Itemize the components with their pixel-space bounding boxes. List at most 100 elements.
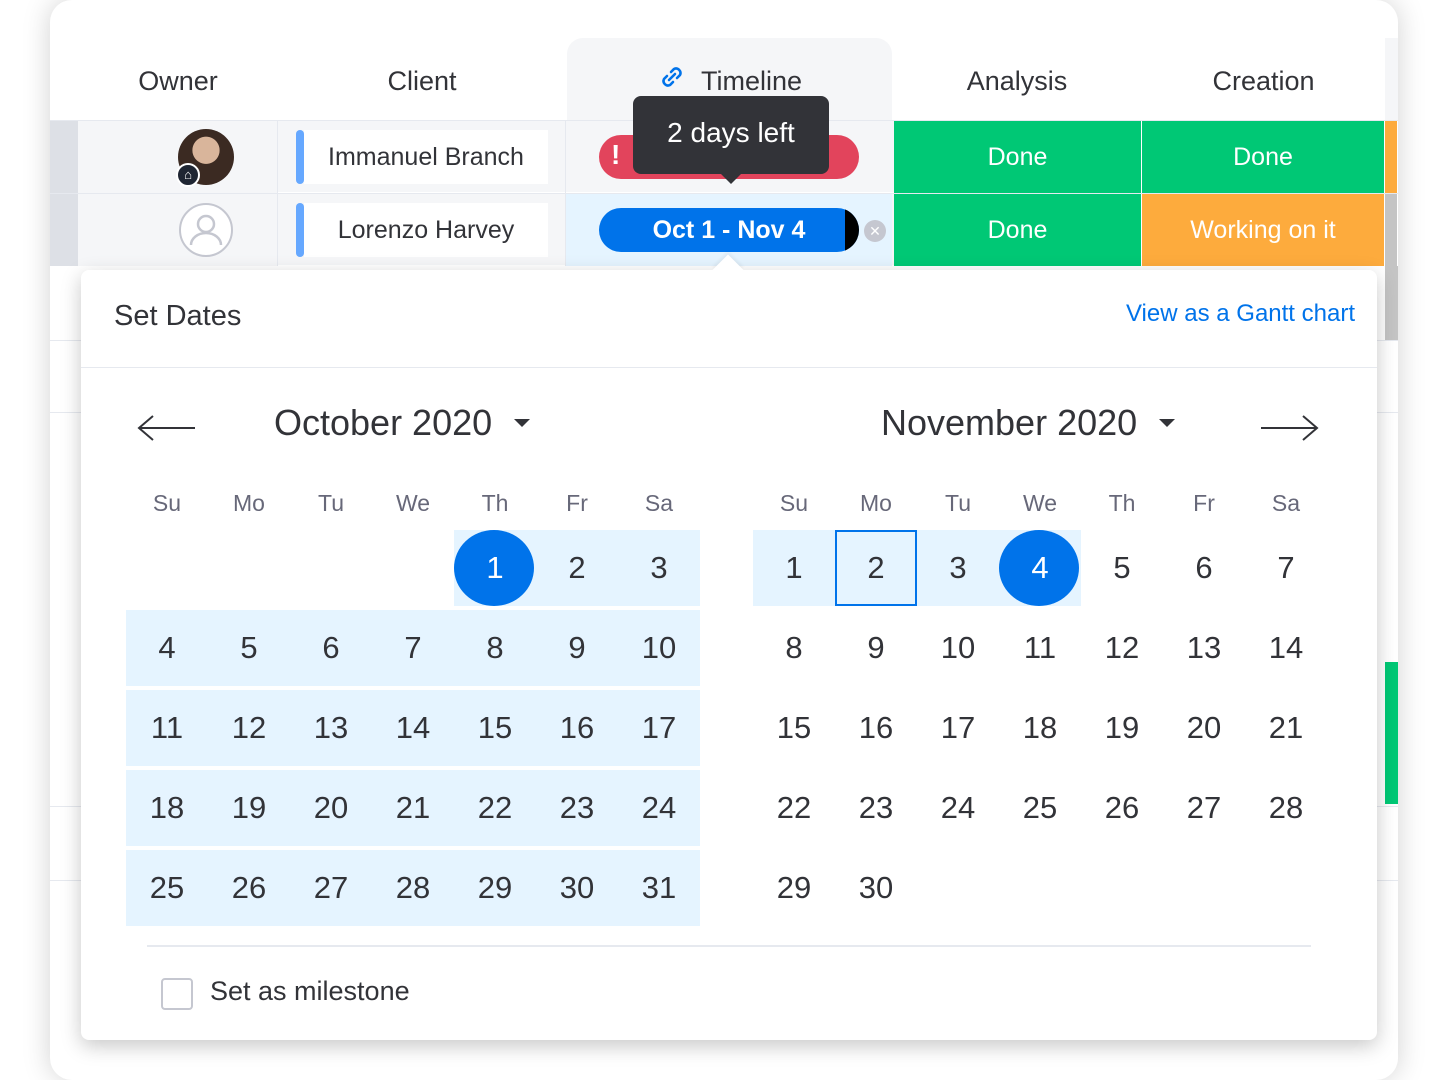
day-oct-20[interactable]: 20 — [290, 770, 372, 846]
day-nov-14[interactable]: 14 — [1245, 610, 1327, 686]
column-header-creation[interactable]: Creation — [1142, 60, 1385, 102]
day-oct-23[interactable]: 23 — [536, 770, 618, 846]
weekday-label: Tu — [945, 490, 971, 516]
day-oct-4[interactable]: 4 — [126, 610, 208, 686]
popup-title: Set Dates — [114, 300, 242, 332]
weekday-label: We — [395, 490, 431, 516]
day-oct-6[interactable]: 6 — [290, 610, 372, 686]
empty-avatar-icon[interactable] — [179, 203, 233, 257]
day-oct-5[interactable]: 5 — [208, 610, 290, 686]
day-oct-14[interactable]: 14 — [372, 690, 454, 766]
day-nov-6[interactable]: 6 — [1163, 530, 1245, 606]
day-oct-1[interactable]: 1 — [454, 530, 536, 606]
day-oct-2[interactable]: 2 — [536, 530, 618, 606]
day-oct-13[interactable]: 13 — [290, 690, 372, 766]
day-oct-12[interactable]: 12 — [208, 690, 290, 766]
day-nov-26[interactable]: 26 — [1081, 770, 1163, 846]
day-oct-24[interactable]: 24 — [618, 770, 700, 846]
day-oct-22[interactable]: 22 — [454, 770, 536, 846]
day-nov-29[interactable]: 29 — [753, 850, 835, 926]
weekday-label: Tu — [318, 490, 344, 516]
day-oct-21[interactable]: 21 — [372, 770, 454, 846]
day-nov-25[interactable]: 25 — [999, 770, 1081, 846]
table-row: Lorenzo Harvey Oct 1 - Nov 4 ✕ Done Work… — [50, 193, 1398, 266]
divider — [81, 367, 1377, 368]
client-cell[interactable]: Immanuel Branch — [278, 121, 566, 193]
weekday-label: Su — [779, 490, 809, 516]
day-oct-10[interactable]: 10 — [618, 610, 700, 686]
day-nov-15[interactable]: 15 — [753, 690, 835, 766]
owner-cell[interactable] — [78, 194, 278, 266]
day-nov-24[interactable]: 24 — [917, 770, 999, 846]
column-header-analysis[interactable]: Analysis — [892, 60, 1142, 102]
day-nov-23[interactable]: 23 — [835, 770, 917, 846]
day-oct-16[interactable]: 16 — [536, 690, 618, 766]
month-selector-right[interactable]: November 2020 — [881, 402, 1176, 444]
clear-icon[interactable]: ✕ — [864, 220, 886, 242]
month-selector-left[interactable]: October 2020 — [274, 402, 531, 444]
prev-month-arrow-icon[interactable] — [137, 408, 197, 448]
day-nov-16[interactable]: 16 — [835, 690, 917, 766]
status-creation[interactable]: Working on it — [1142, 194, 1385, 266]
day-nov-3[interactable]: 3 — [917, 530, 999, 606]
day-nov-27[interactable]: 27 — [1163, 770, 1245, 846]
day-nov-20[interactable]: 20 — [1163, 690, 1245, 766]
day-nov-13[interactable]: 13 — [1163, 610, 1245, 686]
status-analysis[interactable]: Done — [894, 194, 1142, 266]
client-name: Immanuel Branch — [304, 130, 548, 184]
day-nov-22[interactable]: 22 — [753, 770, 835, 846]
column-header-owner[interactable]: Owner — [78, 60, 278, 102]
scrollbar-thumb[interactable] — [1385, 266, 1398, 340]
day-nov-17[interactable]: 17 — [917, 690, 999, 766]
next-month-arrow-icon[interactable] — [1259, 408, 1319, 448]
day-oct-18[interactable]: 18 — [126, 770, 208, 846]
warning-icon: ! — [611, 139, 621, 170]
day-oct-26[interactable]: 26 — [208, 850, 290, 926]
client-cell[interactable]: Lorenzo Harvey — [278, 194, 566, 266]
weekday-label: Sa — [1271, 490, 1301, 516]
day-oct-31[interactable]: 31 — [618, 850, 700, 926]
day-nov-1[interactable]: 1 — [753, 530, 835, 606]
day-oct-9[interactable]: 9 — [536, 610, 618, 686]
day-oct-8[interactable]: 8 — [454, 610, 536, 686]
day-oct-30[interactable]: 30 — [536, 850, 618, 926]
weekday-label: Fr — [1193, 490, 1215, 516]
row-stub — [50, 194, 78, 266]
day-nov-10[interactable]: 10 — [917, 610, 999, 686]
day-oct-28[interactable]: 28 — [372, 850, 454, 926]
day-oct-15[interactable]: 15 — [454, 690, 536, 766]
day-nov-4[interactable]: 4 — [999, 530, 1081, 606]
timeline-pill[interactable]: Oct 1 - Nov 4 — [599, 208, 859, 252]
day-nov-28[interactable]: 28 — [1245, 770, 1327, 846]
day-oct-19[interactable]: 19 — [208, 770, 290, 846]
day-oct-3[interactable]: 3 — [618, 530, 700, 606]
day-nov-30[interactable]: 30 — [835, 850, 917, 926]
day-nov-8[interactable]: 8 — [753, 610, 835, 686]
weekday-label: Fr — [566, 490, 588, 516]
status-analysis[interactable]: Done — [894, 121, 1142, 193]
day-nov-11[interactable]: 11 — [999, 610, 1081, 686]
owner-cell[interactable]: ⌂ — [78, 121, 278, 193]
gantt-chart-link[interactable]: View as a Gantt chart — [1126, 300, 1355, 328]
weekday-label: Sa — [644, 490, 674, 516]
day-nov-9[interactable]: 9 — [835, 610, 917, 686]
day-oct-25[interactable]: 25 — [126, 850, 208, 926]
column-header-client[interactable]: Client — [278, 60, 566, 102]
day-nov-5[interactable]: 5 — [1081, 530, 1163, 606]
day-oct-11[interactable]: 11 — [126, 690, 208, 766]
day-nov-12[interactable]: 12 — [1081, 610, 1163, 686]
day-oct-7[interactable]: 7 — [372, 610, 454, 686]
day-oct-17[interactable]: 17 — [618, 690, 700, 766]
status-next-column[interactable] — [1385, 194, 1398, 266]
day-nov-7[interactable]: 7 — [1245, 530, 1327, 606]
day-oct-27[interactable]: 27 — [290, 850, 372, 926]
day-nov-21[interactable]: 21 — [1245, 690, 1327, 766]
weekday-label: Th — [1108, 490, 1136, 516]
day-nov-19[interactable]: 19 — [1081, 690, 1163, 766]
status-next-column[interactable] — [1385, 121, 1398, 193]
day-nov-18[interactable]: 18 — [999, 690, 1081, 766]
milestone-checkbox[interactable] — [161, 978, 193, 1010]
day-nov-2[interactable]: 2 — [835, 530, 917, 606]
day-oct-29[interactable]: 29 — [454, 850, 536, 926]
status-creation[interactable]: Done — [1142, 121, 1385, 193]
